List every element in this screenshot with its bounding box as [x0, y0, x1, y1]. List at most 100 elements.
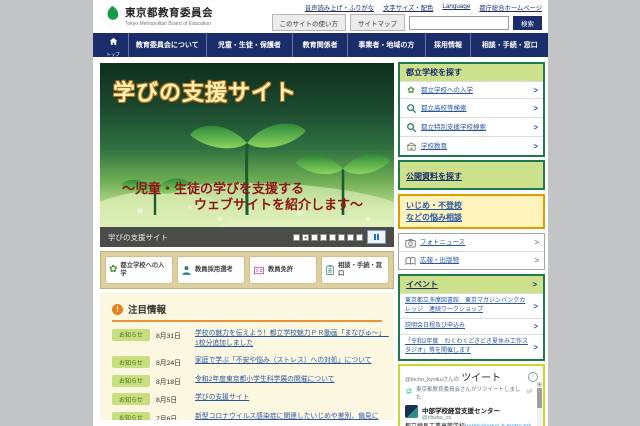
- nav-item-community[interactable]: 事業者・地域の方: [348, 33, 426, 57]
- sidebar-link[interactable]: 学校教育: [421, 142, 447, 151]
- carousel-dot-4[interactable]: [320, 234, 327, 241]
- hero-banner[interactable]: 学びの支援サイト ～児童・生徒の学びを支援する ウェブサイトを紹介します～: [100, 63, 394, 227]
- twitter-header: @tocho_kyoikuさんの ツイート i: [400, 366, 543, 386]
- sidebar-item-admission[interactable]: ✿ 都立学校への入学 >: [400, 81, 543, 98]
- quick-button-consultation[interactable]: 相談・手続・窓口: [321, 256, 389, 284]
- camera-icon: [404, 238, 416, 248]
- carousel-dot-6[interactable]: [338, 234, 345, 241]
- event-item[interactable]: 東京都立多摩図書館 東京マガジンバンクカレッジ 連続ワークショップ >: [400, 293, 543, 318]
- quick-button-label: 都立学校への入学: [120, 262, 169, 278]
- news-row: お知らせ 8月5日 学びの支援サイト: [112, 393, 382, 405]
- news-date: 8月5日: [156, 393, 189, 404]
- news-date: 8月18日: [156, 375, 189, 386]
- featured-news-header: ! 注目情報: [112, 302, 382, 322]
- media-links-box: フォトニュース > 広報・出版物 >: [398, 233, 545, 270]
- news-link[interactable]: 学校の魅力を伝えよう！都立学校魅力ＰＲ動画「まなびゅ～」 1校分追加しました: [195, 329, 382, 350]
- site-logo[interactable]: 東京都教育委員会 Tokyo Metropolitan Board of Edu…: [104, 5, 213, 27]
- quick-button-label: 相談・手続・窓口: [338, 262, 385, 278]
- twitter-bird-icon: [525, 387, 533, 399]
- events-heading-link[interactable]: イベント: [406, 279, 438, 290]
- news-link[interactable]: 令和2年度東京都小学生科学展の開催について: [195, 375, 335, 386]
- consultation-link-line2[interactable]: などの悩み相談: [406, 212, 537, 224]
- sidebar-item-school-education[interactable]: 学校教育 >: [400, 136, 543, 155]
- info-icon[interactable]: i: [528, 372, 538, 382]
- search-button[interactable]: 検索: [513, 16, 542, 30]
- nav-home-tab[interactable]: トップ: [98, 33, 129, 57]
- events-header: イベント >: [400, 276, 543, 293]
- nav-item-educators[interactable]: 教育関係者: [293, 33, 348, 57]
- retweet-notice: 東京都教育委員会さんがリツイートしました: [416, 387, 522, 402]
- nav-item-about[interactable]: 教育委員会について: [129, 33, 207, 57]
- news-badge: お知らせ: [112, 329, 150, 341]
- link-language[interactable]: Language: [442, 3, 470, 12]
- quick-button-admission[interactable]: ✿ 都立学校への入学: [105, 256, 173, 284]
- carousel-dot-5[interactable]: [329, 234, 336, 241]
- news-link[interactable]: 新型コロナウイルス感染症に関連したいじめや差別、偏見について考える教材を作成しま…: [195, 412, 382, 420]
- twitter-scrollbar[interactable]: ▲ ▼: [537, 382, 542, 426]
- news-link[interactable]: 家庭で学ぶ「不安や悩み（ストレス）への対処」について: [195, 356, 372, 367]
- scrollbar-thumb[interactable]: [537, 388, 542, 408]
- carousel-bar: 学びの支援サイト: [100, 227, 394, 247]
- consultation-link-line1[interactable]: いじめ・不登校: [406, 200, 537, 212]
- event-link[interactable]: 説明会日程及び申込み: [405, 322, 530, 331]
- flower-icon: ✿: [405, 86, 417, 95]
- avatar[interactable]: [405, 405, 418, 418]
- nav-item-contact[interactable]: 相談・手続・窓口: [471, 33, 548, 57]
- sidebar-link[interactable]: 都立高校等検索: [421, 104, 467, 113]
- chevron-right-icon: >: [534, 256, 539, 265]
- clipboard-icon: [325, 264, 335, 276]
- event-link[interactable]: 東京都立多摩図書館 東京マガジンバンクカレッジ 連続ワークショップ: [405, 297, 530, 315]
- sidebar-item-highschool-search[interactable]: 都立高校等検索 >: [400, 98, 543, 117]
- nav-item-students[interactable]: 児童・生徒・保護者: [207, 33, 294, 57]
- school-search-heading: 都立学校を探す: [400, 64, 543, 81]
- quick-button-teacher-license[interactable]: 教員免許: [249, 256, 317, 284]
- news-badge: お知らせ: [112, 393, 150, 405]
- news-date: 7月6日: [156, 412, 189, 420]
- content-area: 東京都教育委員会 Tokyo Metropolitan Board of Edu…: [93, 0, 548, 426]
- chevron-right-icon: >: [534, 238, 539, 247]
- public-docs-box: 公開資料を探す: [398, 160, 545, 190]
- consultation-box: いじめ・不登校 などの悩み相談: [398, 194, 545, 229]
- tweet-author-row: 中部学校経営支援センター @chubu_cs: [405, 405, 533, 421]
- news-date: 8月31日: [156, 329, 189, 340]
- how-to-use-button[interactable]: このサイトの使い方: [272, 14, 347, 31]
- carousel-pause-button[interactable]: [367, 230, 386, 244]
- sidebar-link[interactable]: 都立学校への入学: [421, 86, 473, 95]
- chevron-right-icon: >: [533, 123, 538, 132]
- tweet-author-name[interactable]: 中部学校経営支援センター: [422, 405, 500, 415]
- event-item[interactable]: 「令和2年度 わくわくどきどき夏休み工作スタジオ」等を開催します >: [400, 334, 543, 359]
- tweet-author-handle[interactable]: @chubu_cs: [422, 415, 500, 421]
- link-voice-reading[interactable]: 音声読み上げ・ふりがな: [305, 3, 374, 12]
- license-card-icon: [253, 265, 265, 276]
- search-icon: [405, 103, 417, 114]
- sidebar-link[interactable]: フォトニュース: [420, 238, 465, 247]
- scroll-up-icon[interactable]: ▲: [537, 382, 542, 387]
- public-docs-link[interactable]: 公開資料を探す: [406, 172, 462, 181]
- sidebar-link[interactable]: 広報・出版物: [420, 256, 459, 265]
- sitemap-button[interactable]: サイトマップ: [350, 14, 405, 31]
- quick-button-teacher-recruit[interactable]: 教員採用選考: [177, 256, 245, 284]
- sidebar-link[interactable]: 都立特別支援学校検索: [421, 123, 486, 132]
- sidebar: 都立学校を探す ✿ 都立学校への入学 > 都立高校等検索 >: [398, 62, 545, 426]
- chevron-right-icon: >: [533, 322, 538, 331]
- news-row: お知らせ 8月24日 家庭で学ぶ「不安や悩み（ストレス）への対処」について: [112, 356, 382, 368]
- carousel-dot-8[interactable]: [356, 234, 363, 241]
- events-box: イベント > 東京都立多摩図書館 東京マガジンバンクカレッジ 連続ワークショップ…: [398, 274, 545, 361]
- sidebar-item-photo-news[interactable]: フォトニュース >: [399, 234, 544, 251]
- link-tocho-home[interactable]: 都庁総合ホームページ: [479, 3, 542, 12]
- search-input[interactable]: [409, 16, 509, 30]
- news-link[interactable]: 学びの支援サイト: [195, 393, 249, 404]
- sidebar-item-special-school-search[interactable]: 都立特別支援学校検索 >: [400, 117, 543, 136]
- event-item[interactable]: 説明会日程及び申込み >: [400, 318, 543, 334]
- carousel-caption: 学びの支援サイト: [108, 232, 168, 243]
- carousel-dot-1[interactable]: [293, 234, 300, 241]
- event-link[interactable]: 「令和2年度 わくわくどきどき夏休み工作スタジオ」等を開催します: [405, 338, 530, 356]
- link-font-size[interactable]: 文字サイズ・配色: [383, 3, 433, 12]
- carousel-dot-3[interactable]: [311, 234, 318, 241]
- carousel-dots: [293, 234, 363, 241]
- search-icon: [405, 122, 417, 133]
- carousel-dot-7[interactable]: [347, 234, 354, 241]
- nav-item-recruit[interactable]: 採用情報: [426, 33, 472, 57]
- sidebar-item-publications[interactable]: 広報・出版物 >: [399, 251, 544, 269]
- carousel-dot-2[interactable]: [302, 234, 309, 241]
